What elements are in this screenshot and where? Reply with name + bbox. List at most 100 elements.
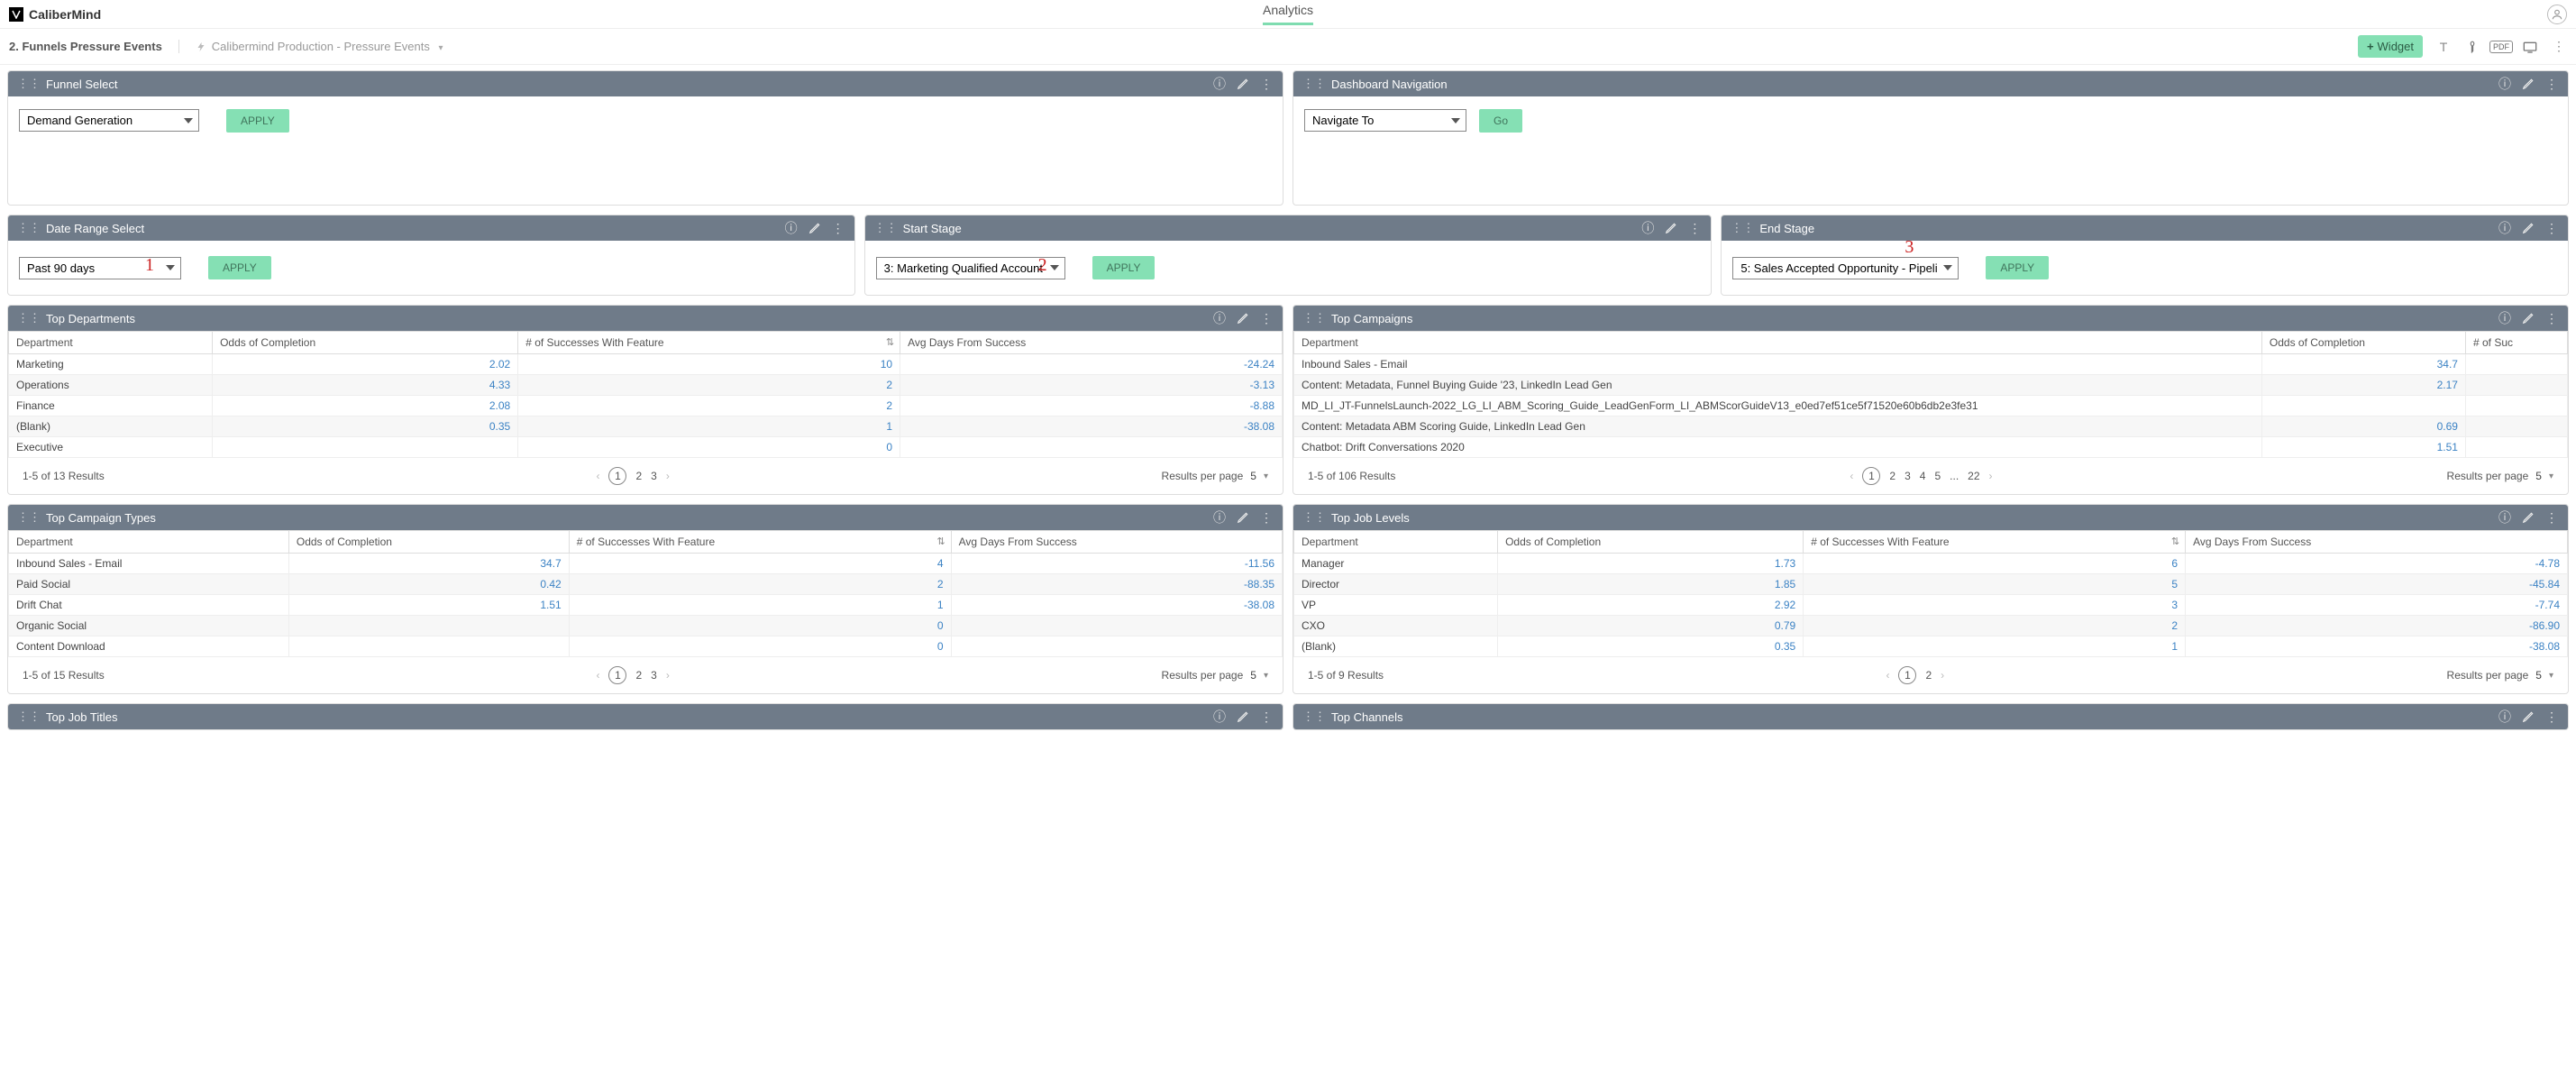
prev-page-icon[interactable]: ‹: [1850, 470, 1853, 482]
page-1[interactable]: 1: [1862, 467, 1880, 485]
drag-handle-icon[interactable]: ⋮⋮: [1731, 221, 1754, 235]
drag-handle-icon[interactable]: ⋮⋮: [17, 510, 41, 525]
rpp-value[interactable]: 5: [2535, 470, 2542, 482]
rpp-value[interactable]: 5: [2535, 669, 2542, 682]
panel-menu-icon[interactable]: ⋮: [2544, 510, 2559, 525]
col-days[interactable]: Avg Days From Success: [951, 531, 1282, 554]
col-successes[interactable]: # of Suc: [2465, 332, 2567, 354]
edit-icon[interactable]: [808, 221, 822, 235]
drag-handle-icon[interactable]: ⋮⋮: [17, 77, 41, 91]
prev-page-icon[interactable]: ‹: [1886, 669, 1889, 682]
sort-desc-icon[interactable]: ⇅: [2171, 536, 2179, 547]
nav-analytics[interactable]: Analytics: [1263, 3, 1313, 25]
edit-icon[interactable]: [1664, 221, 1678, 235]
page-5[interactable]: 5: [1934, 470, 1941, 482]
col-department[interactable]: Department: [9, 332, 213, 354]
edit-icon[interactable]: [2521, 77, 2535, 91]
col-successes[interactable]: # of Successes With Feature⇅: [518, 332, 900, 354]
sort-desc-icon[interactable]: ⇅: [936, 536, 945, 547]
edit-icon[interactable]: [2521, 221, 2535, 235]
col-department[interactable]: Department: [1294, 332, 2262, 354]
panel-menu-icon[interactable]: ⋮: [2544, 709, 2559, 724]
more-menu-icon[interactable]: ⋮: [2551, 39, 2567, 55]
edit-icon[interactable]: [1236, 311, 1250, 325]
panel-menu-icon[interactable]: ⋮: [1259, 709, 1274, 724]
edit-icon[interactable]: [2521, 311, 2535, 325]
end-stage-select[interactable]: 5: Sales Accepted Opportunity - Pipeli: [1732, 257, 1959, 279]
panel-menu-icon[interactable]: ⋮: [831, 221, 845, 235]
export-pdf-button[interactable]: PDF: [2493, 39, 2509, 55]
col-days[interactable]: Avg Days From Success: [900, 332, 1283, 354]
col-successes[interactable]: # of Successes With Feature⇅: [1804, 531, 2186, 554]
page-2[interactable]: 2: [635, 669, 642, 682]
page-1[interactable]: 1: [608, 666, 626, 684]
rpp-value[interactable]: 5: [1250, 669, 1256, 682]
col-department[interactable]: Department: [9, 531, 289, 554]
add-widget-button[interactable]: + Widget: [2358, 35, 2423, 58]
page-3[interactable]: 3: [651, 669, 657, 682]
drag-handle-icon[interactable]: ⋮⋮: [1302, 510, 1326, 525]
edit-icon[interactable]: [2521, 510, 2535, 525]
col-odds[interactable]: Odds of Completion: [288, 531, 569, 554]
sort-desc-icon[interactable]: ⇅: [886, 336, 894, 348]
next-page-icon[interactable]: ›: [1941, 669, 1944, 682]
next-page-icon[interactable]: ›: [666, 669, 670, 682]
user-avatar-icon[interactable]: [2547, 5, 2567, 24]
prev-page-icon[interactable]: ‹: [596, 669, 599, 682]
info-icon[interactable]: ⓘ: [2498, 709, 2512, 724]
drag-handle-icon[interactable]: ⋮⋮: [1302, 709, 1326, 724]
start-stage-select[interactable]: 3: Marketing Qualified Account: [876, 257, 1065, 279]
drag-handle-icon[interactable]: ⋮⋮: [874, 221, 898, 235]
edit-icon[interactable]: [2521, 709, 2535, 724]
drag-handle-icon[interactable]: ⋮⋮: [17, 311, 41, 325]
info-icon[interactable]: ⓘ: [784, 221, 799, 235]
edit-icon[interactable]: [1236, 709, 1250, 724]
info-icon[interactable]: ⓘ: [1212, 510, 1227, 525]
drag-handle-icon[interactable]: ⋮⋮: [17, 221, 41, 235]
prev-page-icon[interactable]: ‹: [596, 470, 599, 482]
page-3[interactable]: 3: [651, 470, 657, 482]
apply-button[interactable]: APPLY: [1986, 256, 2049, 279]
page-22[interactable]: 22: [1968, 470, 1979, 482]
chevron-down-icon[interactable]: ▾: [2549, 471, 2553, 481]
col-odds[interactable]: Odds of Completion: [1498, 531, 1804, 554]
page-1[interactable]: 1: [1898, 666, 1916, 684]
filter-icon[interactable]: [2464, 39, 2480, 55]
navigate-to-select[interactable]: Navigate To: [1304, 109, 1466, 132]
panel-menu-icon[interactable]: ⋮: [1259, 311, 1274, 325]
col-days[interactable]: Avg Days From Success: [2186, 531, 2568, 554]
page-4[interactable]: 4: [1920, 470, 1926, 482]
info-icon[interactable]: ⓘ: [2498, 77, 2512, 91]
col-department[interactable]: Department: [1294, 531, 1498, 554]
info-icon[interactable]: ⓘ: [1640, 221, 1655, 235]
present-icon[interactable]: [2522, 39, 2538, 55]
info-icon[interactable]: ⓘ: [2498, 221, 2512, 235]
edit-icon[interactable]: [1236, 510, 1250, 525]
info-icon[interactable]: ⓘ: [1212, 709, 1227, 724]
info-icon[interactable]: ⓘ: [2498, 311, 2512, 325]
page-1[interactable]: 1: [608, 467, 626, 485]
panel-menu-icon[interactable]: ⋮: [2544, 77, 2559, 91]
page-2[interactable]: 2: [1889, 470, 1895, 482]
chevron-down-icon[interactable]: ▾: [2549, 671, 2553, 681]
panel-menu-icon[interactable]: ⋮: [1259, 77, 1274, 91]
date-range-select[interactable]: Past 90 days: [19, 257, 181, 279]
info-icon[interactable]: ⓘ: [1212, 311, 1227, 325]
apply-button[interactable]: APPLY: [1092, 256, 1156, 279]
panel-menu-icon[interactable]: ⋮: [1259, 510, 1274, 525]
drag-handle-icon[interactable]: ⋮⋮: [17, 709, 41, 724]
next-page-icon[interactable]: ›: [1989, 470, 1993, 482]
brand-logo[interactable]: CaliberMind: [9, 7, 101, 22]
page-2[interactable]: 2: [1925, 669, 1932, 682]
col-successes[interactable]: # of Successes With Feature⇅: [569, 531, 951, 554]
panel-menu-icon[interactable]: ⋮: [2544, 221, 2559, 235]
edit-icon[interactable]: [1236, 77, 1250, 91]
go-button[interactable]: Go: [1479, 109, 1522, 133]
info-icon[interactable]: ⓘ: [1212, 77, 1227, 91]
text-tool-icon[interactable]: T: [2435, 39, 2452, 55]
apply-button[interactable]: APPLY: [226, 109, 289, 133]
info-icon[interactable]: ⓘ: [2498, 510, 2512, 525]
col-odds[interactable]: Odds of Completion: [2261, 332, 2465, 354]
rpp-value[interactable]: 5: [1250, 470, 1256, 482]
drag-handle-icon[interactable]: ⋮⋮: [1302, 77, 1326, 91]
